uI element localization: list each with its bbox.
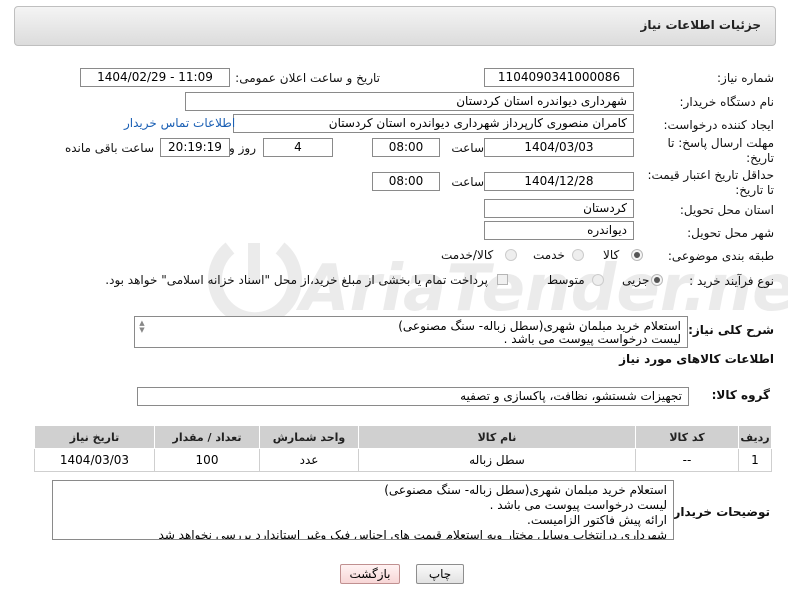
- validity-date-field: 1404/12/28: [484, 172, 634, 191]
- payment-note: پرداخت تمام یا بخشی از مبلغ خرید،از محل …: [105, 273, 488, 287]
- buyer-notes-line: استعلام خرید مبلمان شهری(سطل زباله- سنگ …: [384, 483, 667, 497]
- category-radio-goods[interactable]: [631, 249, 643, 261]
- cell-qty: 100: [154, 448, 260, 472]
- validity-label: حداقل تاریخ اعتبار قیمت:: [647, 168, 774, 182]
- cell-row: 1: [738, 448, 772, 472]
- days-field: 4: [263, 138, 333, 157]
- buyer-org-label: نام دستگاه خریدار:: [679, 95, 775, 109]
- col-unit-header: واحد شمارش: [259, 425, 359, 449]
- announce-field: 1404/02/29 - 11:09: [80, 68, 230, 87]
- col-row-header: ردیف: [738, 425, 772, 449]
- buyer-notes-box[interactable]: استعلام خرید مبلمان شهری(سطل زباله- سنگ …: [52, 480, 674, 540]
- city-field: دیواندره: [484, 221, 634, 240]
- city-label: شهر محل تحویل:: [687, 226, 774, 240]
- watermark-text: AriaTender.neT: [295, 252, 788, 326]
- buyer-notes-label: توضیحات خریدار:: [668, 505, 770, 519]
- cell-unit: عدد: [259, 448, 359, 472]
- remaining-time-field: 20:19:19: [160, 138, 230, 157]
- province-label: استان محل تحویل:: [679, 203, 774, 217]
- need-number-label: شماره نیاز:: [717, 71, 774, 85]
- validity-label-2: تا تاریخ:: [735, 183, 774, 197]
- category-option-goods-service: کالا/خدمت: [441, 248, 494, 262]
- buyer-org-field: شهرداری دیواندره استان کردستان: [185, 92, 634, 111]
- deadline-label: مهلت ارسال پاسخ: تا: [667, 136, 774, 150]
- category-option-goods: کالا: [603, 248, 620, 262]
- buyer-notes-line: شهرداری درانتخاب وسایل مختار وبه استعلام…: [158, 528, 667, 540]
- treasury-checkbox[interactable]: [497, 274, 508, 285]
- creator-field: کامران منصوری کارپرداز شهرداری دیواندره …: [233, 114, 634, 133]
- cell-name: سطل زباله: [358, 448, 636, 472]
- deadline-time-field: 08:00: [372, 138, 440, 157]
- creator-label: ایجاد کننده درخواست:: [663, 118, 774, 132]
- cell-date: 1404/03/03: [34, 448, 155, 472]
- page-title: جزئیات اطلاعات نیاز: [640, 18, 761, 32]
- category-radio-service[interactable]: [572, 249, 584, 261]
- deadline-time-label: ساعت: [451, 141, 484, 155]
- validity-time-field: 08:00: [372, 172, 440, 191]
- table-header-row: ردیف کد کالا نام کالا واحد شمارش تعداد /…: [34, 425, 772, 449]
- cell-code: --: [635, 448, 739, 472]
- remaining-label: ساعت باقی مانده: [64, 141, 154, 155]
- need-number-field: 1104090341000086: [484, 68, 634, 87]
- process-option-medium: متوسط: [547, 273, 585, 287]
- general-desc-textarea[interactable]: استعلام خرید مبلمان شهری(سطل زباله- سنگ …: [134, 316, 688, 348]
- general-desc-label: شرح کلی نیاز:: [688, 323, 774, 337]
- print-button[interactable]: چاپ: [416, 564, 464, 584]
- col-code-header: کد کالا: [635, 425, 739, 449]
- process-radio-minor[interactable]: [651, 274, 663, 286]
- col-qty-header: تعداد / مقدار: [154, 425, 260, 449]
- goods-info-title: اطلاعات کالاهای مورد نیاز: [619, 352, 774, 366]
- table-row: 1 -- سطل زباله عدد 100 1404/03/03: [34, 448, 772, 472]
- goods-group-field: تجهیزات شستشو، نظافت، پاکسازی و تصفیه: [137, 387, 689, 406]
- category-option-service: خدمت: [533, 248, 565, 262]
- process-radio-medium[interactable]: [592, 274, 604, 286]
- back-button[interactable]: بازگشت: [340, 564, 400, 584]
- deadline-date-field: 1404/03/03: [484, 138, 634, 157]
- announce-label: تاریخ و ساعت اعلان عمومی:: [235, 71, 380, 85]
- buyer-notes-line: ارائه پیش فاکتور الزامیست.: [527, 513, 667, 527]
- category-label: طبقه بندی موضوعی:: [667, 249, 774, 263]
- general-desc-line: لیست درخواست پیوست می باشد .: [503, 332, 681, 346]
- category-radio-goods-service[interactable]: [505, 249, 517, 261]
- validity-time-label: ساعت: [451, 175, 484, 189]
- process-label: نوع فرآیند خرید :: [689, 274, 774, 288]
- items-table: ردیف کد کالا نام کالا واحد شمارش تعداد /…: [34, 425, 772, 472]
- scroll-arrows-icon[interactable]: ▲ ▼: [138, 320, 146, 334]
- days-label: روز و: [229, 141, 256, 155]
- col-name-header: نام کالا: [358, 425, 636, 449]
- contact-buyer-link[interactable]: اطلاعات تماس خریدار: [124, 116, 235, 130]
- goods-group-label: گروه کالا:: [711, 388, 770, 402]
- deadline-label-2: تاریخ:: [746, 151, 774, 165]
- page-header: جزئیات اطلاعات نیاز: [14, 6, 776, 46]
- process-option-minor: جزیی: [622, 273, 650, 287]
- col-date-header: تاریخ نیاز: [34, 425, 155, 449]
- buyer-notes-line: لیست درخواست پیوست می باشد .: [489, 498, 667, 512]
- province-field: کردستان: [484, 199, 634, 218]
